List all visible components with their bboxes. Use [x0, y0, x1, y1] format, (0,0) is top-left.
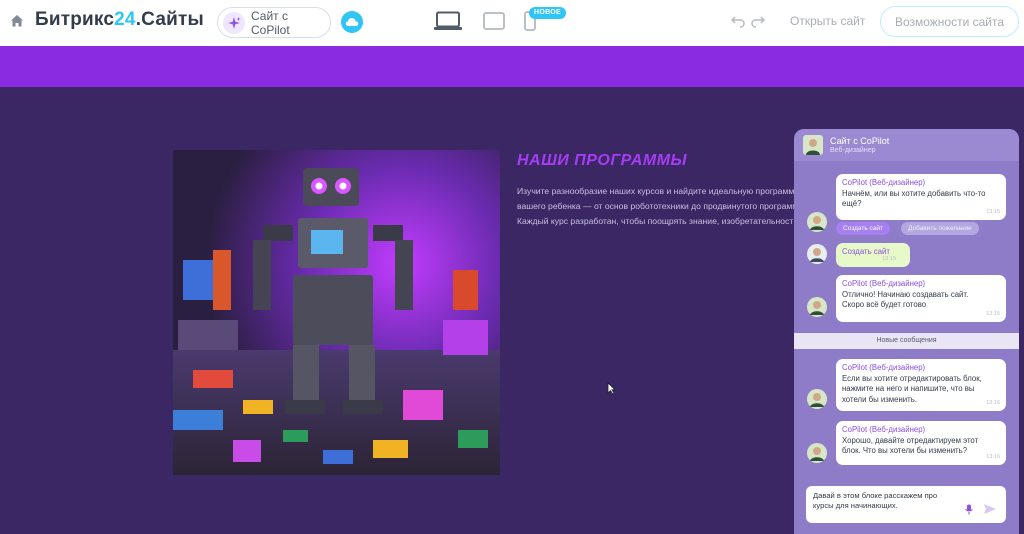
chat-message: CoPilot (Веб-дизайнер) Если вы хотите от…: [836, 359, 1006, 411]
copilot-avatar: [807, 212, 827, 232]
robot-image[interactable]: [173, 150, 500, 475]
add-wish-chip[interactable]: Добавить пожелание: [901, 222, 979, 235]
microphone-icon[interactable]: [965, 504, 973, 515]
top-toolbar: Битрикс24.Сайты Сайт с CoPilot НОВОЕ Отк…: [0, 0, 1024, 46]
logo[interactable]: Битрикс24.Сайты: [35, 9, 204, 31]
section-text-line: Изучите разнообразие наших курсов и найд…: [517, 186, 795, 196]
message-text: Начнём, или вы хотите добавить что-то: [842, 188, 986, 198]
chat-message-input[interactable]: Давай в этом блоке расскажем про курсы д…: [806, 486, 1006, 523]
user-message: Создать сайт 13:15: [836, 243, 910, 267]
copilot-avatar: [807, 389, 827, 409]
chat-title: Сайт с CoPilot: [830, 136, 890, 146]
copilot-chat-panel: Сайт с CoPilot Веб-дизайнер CoPilot (Веб…: [794, 129, 1019, 534]
home-icon[interactable]: [9, 13, 25, 29]
site-features-button[interactable]: Возможности сайта: [880, 6, 1019, 37]
section-text-line: вашего ребенка — от основ робототехники …: [517, 201, 799, 211]
message-time: 13:15: [882, 255, 896, 262]
chat-subtitle: Веб-дизайнер: [830, 147, 876, 154]
section-text-line: Каждый курс разработан, чтобы поощрять з…: [517, 216, 794, 226]
message-author: CoPilot (Веб-дизайнер): [842, 178, 926, 187]
chat-message: CoPilot (Веб-дизайнер) Хорошо, давайте о…: [836, 421, 1006, 465]
create-site-chip[interactable]: Создать сайт: [836, 222, 890, 235]
copilot-avatar: [807, 297, 827, 317]
message-text: Если вы хотите отредактировать блок,: [842, 373, 982, 383]
message-time: 13:15: [986, 208, 1000, 215]
message-text: блок. Что вы хотели бы изменить?: [842, 446, 968, 455]
copilot-avatar: [803, 135, 823, 155]
input-text: Давай в этом блоке расскажем про: [813, 491, 938, 500]
chat-message: CoPilot (Веб-дизайнер) Начнём, или вы хо…: [836, 174, 1006, 220]
header-strip[interactable]: [0, 46, 1024, 87]
redo-icon[interactable]: [751, 14, 765, 28]
message-text: хотели бы изменить.: [842, 394, 917, 404]
tablet-view-icon[interactable]: [483, 12, 505, 30]
open-site-link[interactable]: Открыть сайт: [790, 14, 865, 28]
section-description[interactable]: Изучите разнообразие наших курсов и найд…: [517, 184, 807, 229]
send-icon[interactable]: [983, 503, 997, 515]
copilot-avatar: [807, 443, 827, 463]
robot-illustration: [173, 150, 500, 475]
message-author: CoPilot (Веб-дизайнер): [842, 279, 926, 288]
message-text: Скоро всё будет готово: [842, 300, 927, 309]
new-badge: НОВОЕ: [529, 7, 566, 19]
message-text: Хорошо, давайте отредактируем этот: [842, 435, 979, 445]
message-time: 13:15: [986, 310, 1000, 317]
copilot-sparkle-icon: [223, 11, 245, 34]
undo-icon[interactable]: [731, 14, 745, 28]
message-text: нажмите на него и напишите, что вы: [842, 384, 975, 393]
message-time: 13:16: [986, 399, 1000, 406]
logo-suffix: .Сайты: [135, 9, 204, 30]
message-author: CoPilot (Веб-дизайнер): [842, 425, 926, 434]
desktop-view-icon[interactable]: [434, 11, 462, 31]
message-author: CoPilot (Веб-дизайнер): [842, 363, 926, 372]
input-text: курсы для начинающих.: [813, 501, 898, 510]
user-avatar: [807, 244, 827, 264]
logo-24: 24: [114, 9, 136, 30]
copilot-button-label: Сайт с CoPilot: [251, 8, 290, 37]
message-text: ещё?: [842, 199, 862, 208]
message-text: Отлично! Начинаю создавать сайт.: [842, 289, 969, 299]
chat-header: Сайт с CoPilot Веб-дизайнер: [794, 129, 1019, 161]
message-time: 13:16: [986, 453, 1000, 460]
section-title[interactable]: НАШИ ПРОГРАММЫ: [517, 152, 687, 170]
new-messages-divider: Новые сообщения: [794, 333, 1019, 349]
copilot-button[interactable]: Сайт с CoPilot: [217, 7, 331, 38]
mouse-cursor-icon: [607, 382, 616, 395]
chat-message: CoPilot (Веб-дизайнер) Отлично! Начинаю …: [836, 275, 1006, 322]
cloud-icon[interactable]: [341, 11, 363, 33]
logo-text: Битрикс: [35, 9, 115, 30]
